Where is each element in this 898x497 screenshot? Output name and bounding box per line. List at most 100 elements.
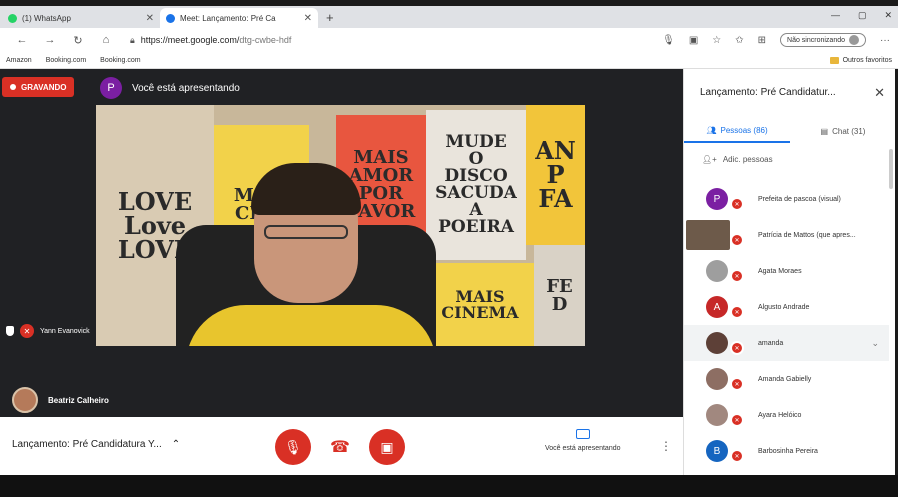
participant-name: Barbosinha Pereira <box>758 447 818 455</box>
tab-chat-label: Chat (31) <box>832 126 866 136</box>
tab-meet[interactable]: Meet: Lançamento: Pré Ca ✕ <box>160 8 318 28</box>
participant-glasses <box>264 225 348 239</box>
avatar: B <box>706 440 728 462</box>
minimize-icon[interactable]: — <box>831 10 840 20</box>
bookmarks-bar: Amazon Booking.com Booking.com Outros fa… <box>0 52 898 69</box>
forward-icon[interactable]: → <box>36 34 64 46</box>
add-person-icon: 👤︎+ <box>702 155 717 164</box>
avatar <box>686 220 730 250</box>
meeting-toolbar: Lançamento: Pré Candidatura Y... ⌃ 🎙︎ ☎︎… <box>0 417 683 475</box>
avatar <box>706 332 728 354</box>
list-item[interactable]: A ✕ Algusto Andrade <box>684 289 889 325</box>
poster-mais-cinema: MAIS CINEMA <box>426 263 534 346</box>
people-icon: 👥︎ <box>706 125 717 135</box>
presenter-avatar: P <box>100 77 122 99</box>
poster-text: MAIS CINEMA <box>441 286 519 322</box>
recording-badge: GRAVANDO <box>2 77 75 97</box>
screen: (1) WhatsApp ✕ Meet: Lançamento: Pré Ca … <box>0 0 898 497</box>
tab-chat[interactable]: ▤ Chat (31) <box>790 119 896 143</box>
poster-bottom-right: FE D <box>534 245 585 346</box>
close-panel-icon[interactable]: ✕ <box>874 85 885 101</box>
camera-off-icon: ▣ <box>380 438 394 455</box>
bookmark-amazon[interactable]: Amazon <box>6 57 32 64</box>
camera-toggle-button[interactable]: ▣ <box>369 429 405 465</box>
hang-up-button[interactable]: ☎︎ <box>322 429 358 465</box>
participant-name: amanda <box>758 339 784 347</box>
mic-off-icon: ✕ <box>730 197 744 211</box>
avatar <box>706 368 728 390</box>
url-path: dtg-cwbe-hdf <box>239 35 292 45</box>
mic-off-icon: ✕ <box>730 449 744 463</box>
participant-body <box>186 305 436 346</box>
pin-icon[interactable] <box>6 326 14 336</box>
favorite-star-icon[interactable]: ☆ <box>712 35 721 46</box>
close-tab-icon[interactable]: ✕ <box>146 13 154 24</box>
more-options-icon[interactable]: ⋮ <box>660 439 672 453</box>
add-people-button[interactable]: 👤︎+ Adic. pessoas <box>702 155 773 164</box>
chat-icon: ▤ <box>820 126 829 136</box>
participant-name: Amanda Gabielly <box>758 375 812 383</box>
recording-label: GRAVANDO <box>21 82 67 92</box>
participant-name: Prefeita de pascoa (visual) <box>758 195 841 203</box>
mic-off-icon: ✕ <box>730 377 744 391</box>
close-tab-icon[interactable]: ✕ <box>304 13 312 24</box>
poster-text: MUDE O DISCO SACUDA A POEIRA <box>435 132 517 237</box>
sync-status-button[interactable]: Não sincronizando <box>780 33 866 47</box>
tab-people[interactable]: 👥︎ Pessoas (86) <box>684 119 790 143</box>
avatar <box>706 260 728 282</box>
list-item[interactable]: ✕ amanda ⌄ <box>684 325 889 361</box>
panel-tabs: 👥︎ Pessoas (86) ▤ Chat (31) <box>684 119 896 143</box>
extensions-icon[interactable]: ⊞ <box>758 35 766 46</box>
avatar: A <box>706 296 728 318</box>
chevron-down-icon[interactable]: ⌄ <box>871 338 879 349</box>
poster-text: AN P FA <box>535 136 576 213</box>
more-menu-icon[interactable]: ··· <box>880 35 890 46</box>
panel-scrollbar[interactable] <box>889 149 893 189</box>
participant-name: Agata Moraes <box>758 267 802 275</box>
address-bar-row: ← → ↻ ⌂ 🔒︎ https://meet.google.com/ dtg-… <box>0 28 898 52</box>
meeting-details-button[interactable]: Lançamento: Pré Candidatura Y... ⌃ <box>12 439 180 450</box>
participant-name: Patrícia de Mattos (que apres... <box>758 231 856 239</box>
list-item[interactable]: ✕ Amanda Gabielly <box>684 361 889 397</box>
other-favorites[interactable]: Outros favoritos <box>829 56 892 64</box>
main-video-tile[interactable]: LOVE Love LOVE MAIS CINE MAIS AMOR POR F… <box>96 105 585 346</box>
taskbar <box>0 475 898 497</box>
chevron-up-icon: ⌃ <box>171 439 181 450</box>
recording-dot-icon <box>10 84 16 90</box>
list-item[interactable]: ✕ Agata Moraes <box>684 253 889 289</box>
avatar: P <box>706 188 728 210</box>
maximize-icon[interactable]: ▢ <box>858 10 867 21</box>
collections-icon[interactable]: ✩ <box>735 35 743 46</box>
list-item[interactable]: ✕ Ayara Helóico <box>684 397 889 433</box>
list-item[interactable]: B ✕ Barbosinha Pereira <box>684 433 889 469</box>
new-tab-button[interactable]: + <box>326 10 334 25</box>
list-item[interactable]: P ✕ Prefeita de pascoa (visual) <box>684 181 889 217</box>
url-host: https://meet.google.com/ <box>140 35 240 45</box>
camera-icon[interactable]: ▣ <box>689 35 698 46</box>
tab-title: (1) WhatsApp <box>22 13 71 23</box>
panel-title: Lançamento: Pré Candidatur... <box>700 87 836 98</box>
tab-whatsapp[interactable]: (1) WhatsApp ✕ <box>2 8 160 28</box>
list-item[interactable]: ✕ Patrícia de Mattos (que apres... <box>684 217 889 253</box>
back-icon[interactable]: ← <box>8 34 36 46</box>
present-now-button[interactable]: Você está apresentando <box>545 429 621 452</box>
home-icon[interactable]: ⌂ <box>92 34 120 46</box>
self-tile[interactable]: Beatriz Calheiro <box>12 387 109 413</box>
phone-hangup-icon: ☎︎ <box>330 439 350 456</box>
url-field[interactable]: 🔒︎ https://meet.google.com/ dtg-cwbe-hdf <box>130 35 662 46</box>
mic-toggle-button[interactable]: 🎙︎ <box>275 429 311 465</box>
participant-name: Ayara Helóico <box>758 411 802 419</box>
microphone-icon[interactable]: 🎙︎ <box>662 35 675 46</box>
reload-icon[interactable]: ↻ <box>64 34 92 47</box>
mic-off-icon: ✕ <box>20 324 34 338</box>
add-people-label: Adic. pessoas <box>722 155 773 164</box>
bookmark-booking[interactable]: Booking.com <box>46 57 86 64</box>
poster-text: FE D <box>546 275 573 315</box>
present-label: Você está apresentando <box>545 445 621 452</box>
mic-off-icon: ✕ <box>730 413 744 427</box>
folder-icon <box>829 56 839 64</box>
bookmark-booking-2[interactable]: Booking.com <box>100 57 140 64</box>
self-avatar <box>12 387 38 413</box>
window-close-icon[interactable]: ✕ <box>884 10 892 21</box>
mic-off-icon: 🎙︎ <box>284 438 302 455</box>
